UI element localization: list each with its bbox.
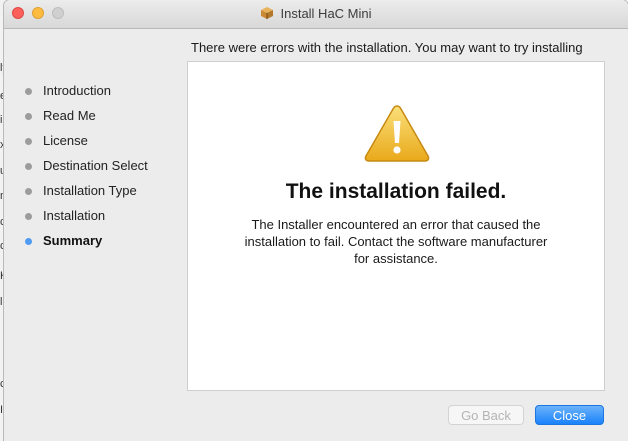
step-installation-type: Installation Type <box>22 182 148 207</box>
step-label: Destination Select <box>43 158 148 173</box>
step-label: Installation <box>43 208 106 223</box>
warning-icon <box>364 105 430 162</box>
description-line: for assistance. <box>354 251 438 266</box>
step-label: Summary <box>43 233 103 248</box>
title-bar[interactable]: Install HaC Mini <box>4 0 628 29</box>
description-line: The Installer encountered an error that … <box>251 217 541 232</box>
step-dot <box>25 213 32 220</box>
window-title: Install HaC Mini <box>4 6 628 21</box>
failure-heading: The installation failed. <box>285 180 507 203</box>
content-panel: The installation failed. The Installer e… <box>187 61 605 391</box>
step-read-me: Read Me <box>22 107 148 132</box>
step-label: Introduction <box>43 83 111 98</box>
step-dot <box>25 163 32 170</box>
step-dot <box>25 138 32 145</box>
description-line: installation to fail. Contact the softwa… <box>244 234 548 249</box>
close-button[interactable]: Close <box>535 405 604 425</box>
step-dot <box>25 188 32 195</box>
step-dot <box>25 113 32 120</box>
step-dot <box>25 88 32 95</box>
installer-window: Install HaC Mini There were errors with … <box>4 0 628 441</box>
step-destination-select: Destination Select <box>22 157 148 182</box>
installer-steps: Introduction Read Me License Destination… <box>22 82 148 257</box>
step-license: License <box>22 132 148 157</box>
status-message: There were errors with the installation.… <box>191 40 583 55</box>
go-back-button[interactable]: Go Back <box>448 405 524 425</box>
step-label: Installation Type <box>43 183 137 198</box>
step-label: Read Me <box>43 108 96 123</box>
step-dot-active <box>25 238 32 245</box>
window-title-text: Install HaC Mini <box>280 6 372 21</box>
failure-description: The Installer encountered an error that … <box>228 216 564 267</box>
step-installation: Installation <box>22 207 148 232</box>
step-label: License <box>43 133 88 148</box>
step-introduction: Introduction <box>22 82 148 107</box>
step-summary: Summary <box>22 232 148 257</box>
package-icon <box>261 7 274 19</box>
